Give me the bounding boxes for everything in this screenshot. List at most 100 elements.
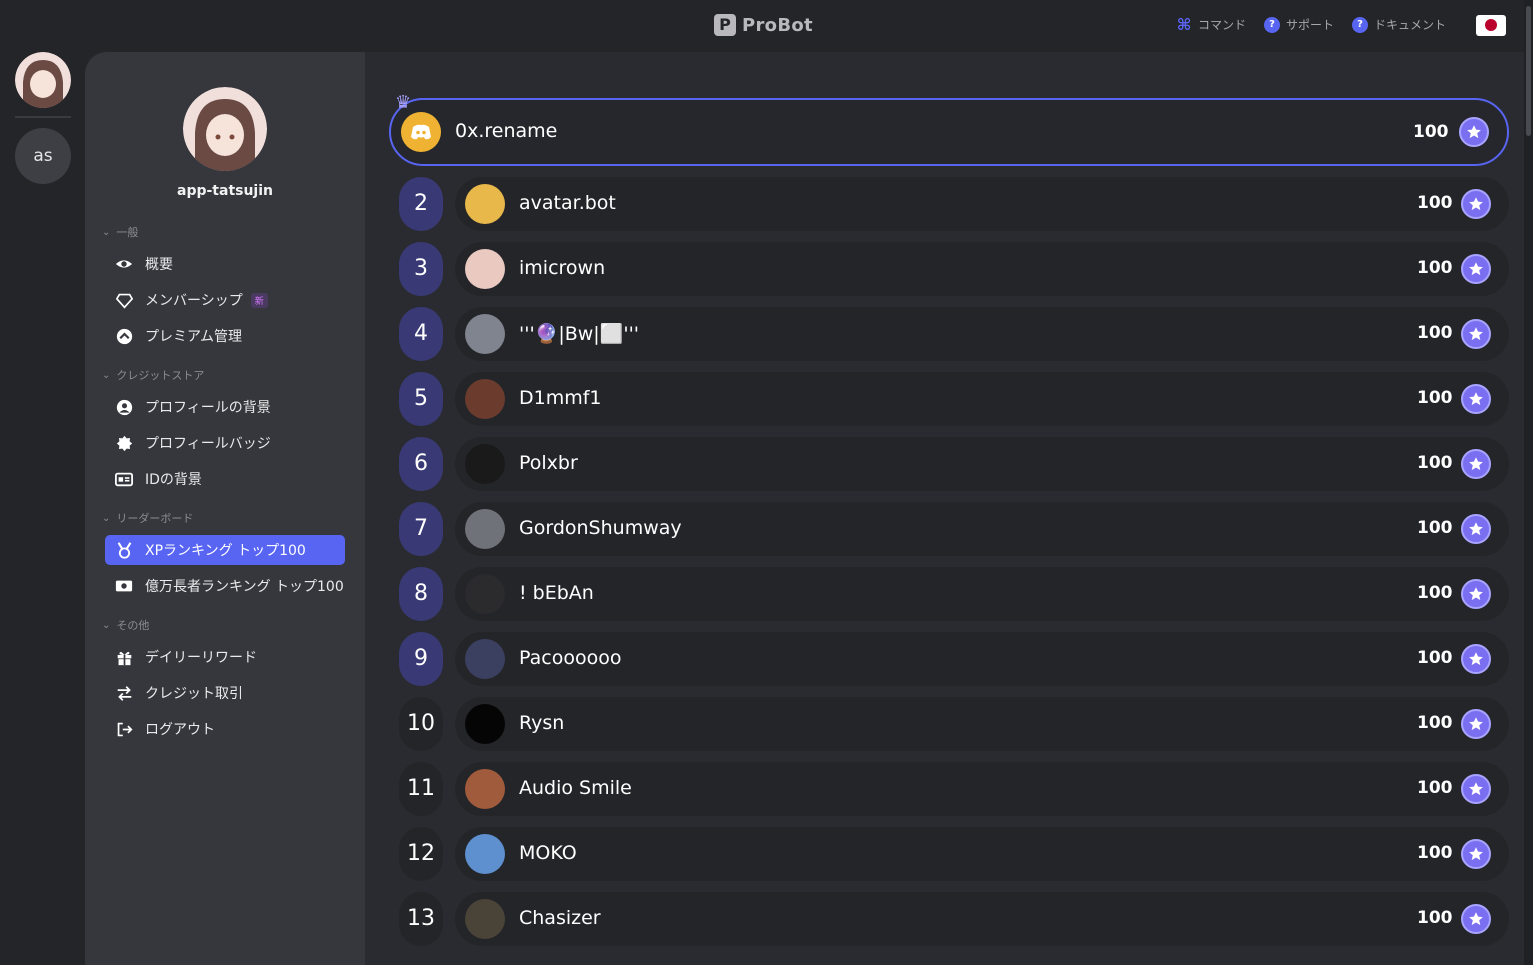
discord-avatar-icon [401, 112, 441, 152]
sidebar-item-daily-reward[interactable]: デイリーリワード [105, 642, 345, 672]
leaderboard-user-name: Polxbr [519, 452, 578, 474]
sidebar-item-label: ログアウト [145, 722, 215, 738]
chevron-down-icon: ⌄ [102, 512, 111, 524]
id-card-icon [115, 470, 133, 488]
rank-number: 5 [399, 372, 443, 426]
profile-username: app-tatsujin [177, 183, 273, 199]
gift-icon [115, 648, 133, 666]
sidebar-item-premium[interactable]: プレミアム管理 [105, 321, 345, 351]
nav-support[interactable]: ? サポート [1264, 16, 1334, 33]
leaderboard-user-name: GordonShumway [519, 517, 682, 539]
logo-text: ProBot [742, 14, 813, 36]
user-avatar [465, 509, 505, 549]
nav-docs[interactable]: ? ドキュメント [1352, 16, 1446, 33]
leaderboard-row[interactable]: avatar.bot 100 [455, 177, 1509, 231]
rank-number: 4 [399, 307, 443, 361]
profile-avatar[interactable] [183, 87, 267, 171]
sidebar-item-profile-badge[interactable]: プロフィールバッジ [105, 428, 345, 458]
star-icon [1461, 254, 1491, 284]
probot-logo[interactable]: P ProBot [714, 14, 813, 36]
xp-score: 100 [1417, 323, 1453, 343]
sidebar-item-label: プロフィールバッジ [145, 436, 271, 452]
section-title: 一般 [116, 226, 139, 239]
sidebar-item-xp-ranking[interactable]: XPランキング トップ100 [105, 535, 345, 565]
rank-number: 12 [399, 827, 443, 881]
sidebar-item-label: クレジット取引 [145, 686, 243, 702]
xp-score: 100 [1417, 258, 1453, 278]
leaderboard-row[interactable]: GordonShumway 100 [455, 502, 1509, 556]
star-icon [1461, 644, 1491, 674]
star-icon [1461, 189, 1491, 219]
sidebar-item-overview[interactable]: 概要 [105, 249, 345, 279]
user-avatar [465, 704, 505, 744]
leaderboard-row[interactable]: imicrown 100 [455, 242, 1509, 296]
star-icon [1461, 514, 1491, 544]
leaderboard-user-name: Pacoooooo [519, 647, 622, 669]
xp-score: 100 [1417, 518, 1453, 538]
rank-number: 9 [399, 632, 443, 686]
section-leaderboard[interactable]: ⌄ リーダーボード [102, 510, 193, 526]
leaderboard-row[interactable]: MOKO 100 [455, 827, 1509, 881]
sidebar-item-profile-background[interactable]: プロフィールの背景 [105, 392, 345, 422]
command-icon: ⌘ [1176, 14, 1192, 34]
sidebar: app-tatsujin ⌄ 一般 概要 メンバーシップ 新 プレミアム管理 ⌄… [85, 52, 365, 965]
rank-number: 11 [399, 762, 443, 816]
xp-score: 100 [1417, 648, 1453, 668]
star-icon [1459, 117, 1489, 147]
star-icon [1461, 579, 1491, 609]
section-other[interactable]: ⌄ その他 [102, 617, 149, 633]
page-scrollbar[interactable] [1524, 0, 1533, 965]
section-title: その他 [116, 619, 150, 632]
xp-score: 100 [1417, 843, 1453, 863]
leaderboard-row[interactable]: D1mmf1 100 [455, 372, 1509, 426]
xp-score: 100 [1417, 908, 1453, 928]
section-general[interactable]: ⌄ 一般 [102, 224, 138, 240]
sidebar-item-label: プロフィールの背景 [145, 400, 271, 416]
user-avatar [465, 314, 505, 354]
badge-icon [115, 434, 133, 452]
help-icon: ? [1264, 16, 1281, 33]
leaderboard-row[interactable]: Audio Smile 100 [455, 762, 1509, 816]
user-avatar [465, 639, 505, 679]
leaderboard-row[interactable]: Polxbr 100 [455, 437, 1509, 491]
leaderboard: ♛ 0x.rename 100 2 avatar.bot 100 3 imicrown 1… [365, 52, 1525, 965]
section-title: リーダーボード [116, 512, 194, 525]
leaderboard-row[interactable]: Chasizer 100 [455, 892, 1509, 946]
leaderboard-row[interactable]: '''🔮|Bw|⬜''' 100 [455, 307, 1509, 361]
star-icon [1461, 774, 1491, 804]
sidebar-item-credit-transfer[interactable]: クレジット取引 [105, 678, 345, 708]
leaderboard-row[interactable]: Pacoooooo 100 [455, 632, 1509, 686]
japan-flag-icon[interactable] [1476, 15, 1506, 36]
chevron-down-icon: ⌄ [102, 226, 111, 238]
leaderboard-user-name: 0x.rename [455, 120, 558, 142]
sidebar-item-logout[interactable]: ログアウト [105, 714, 345, 744]
user-avatar [465, 184, 505, 224]
section-credit-store[interactable]: ⌄ クレジットストア [102, 367, 204, 383]
sidebar-item-label: XPランキング トップ100 [145, 543, 306, 559]
top-bar: P ProBot ⌘ コマンド ? サポート ? ドキュメント [0, 0, 1533, 52]
help-icon: ? [1352, 16, 1369, 33]
leaderboard-row[interactable]: Rysn 100 [455, 697, 1509, 751]
user-avatar-small[interactable] [15, 52, 71, 108]
leaderboard-user-name: MOKO [519, 842, 577, 864]
user-avatar [465, 379, 505, 419]
scroll-thumb[interactable] [1526, 6, 1531, 136]
sidebar-item-billionaire-ranking[interactable]: 億万長者ランキング トップ100 [105, 571, 345, 601]
rank-number: 2 [399, 177, 443, 231]
sidebar-item-id-background[interactable]: IDの背景 [105, 464, 345, 494]
xp-score: 100 [1417, 713, 1453, 733]
sidebar-item-membership[interactable]: メンバーシップ 新 [105, 285, 345, 315]
crown-icon: ♛ [395, 92, 412, 113]
rank-number: 10 [399, 697, 443, 751]
leaderboard-first-place[interactable]: ♛ 0x.rename 100 [389, 92, 1509, 166]
star-icon [1461, 839, 1491, 869]
top-nav: ⌘ コマンド ? サポート ? ドキュメント [1176, 16, 1446, 33]
rank-number: 8 [399, 567, 443, 621]
leaderboard-row[interactable]: ! bEbAn 100 [455, 567, 1509, 621]
sidebar-item-label: メンバーシップ [145, 293, 243, 309]
nav-commands[interactable]: ⌘ コマンド [1176, 16, 1246, 33]
chevron-down-icon: ⌄ [102, 619, 111, 631]
server-as[interactable]: as [15, 128, 71, 184]
rank-number: 6 [399, 437, 443, 491]
leaderboard-user-name: Chasizer [519, 907, 601, 929]
